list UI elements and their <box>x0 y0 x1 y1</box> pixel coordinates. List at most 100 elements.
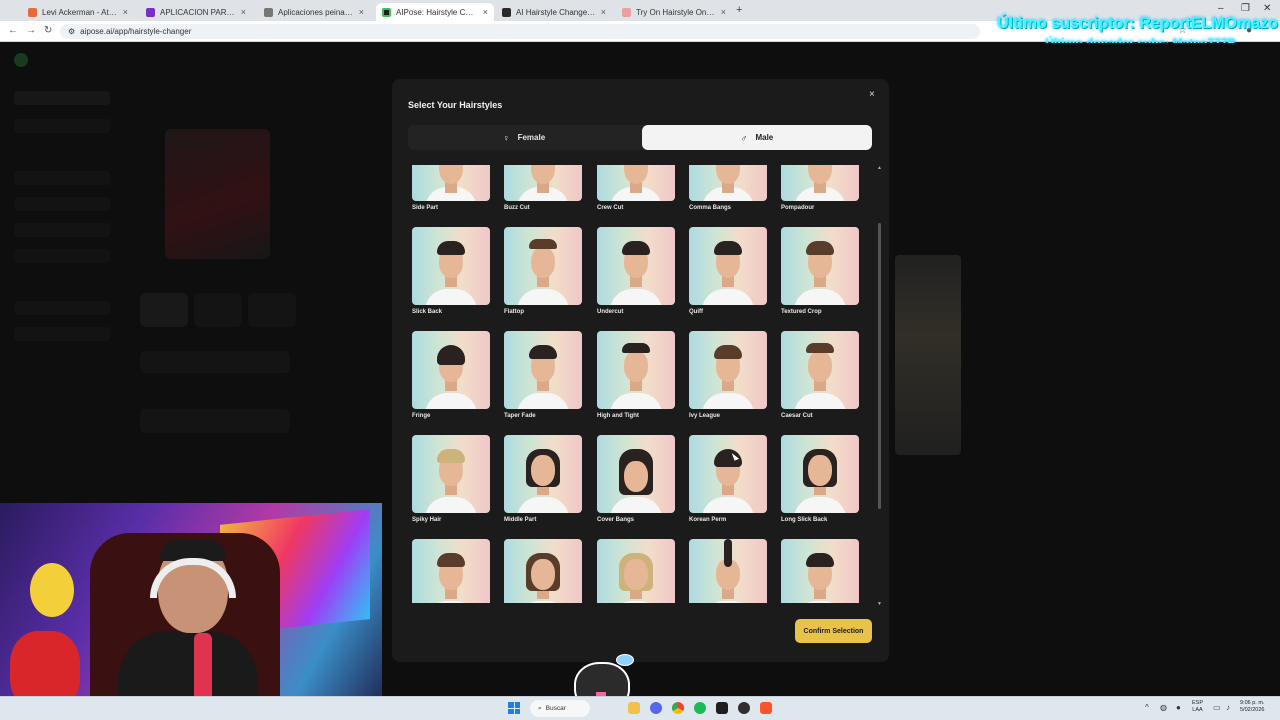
minimize-icon[interactable]: – <box>1218 3 1224 14</box>
hairstyle-thumbnail[interactable] <box>597 331 675 409</box>
hairstyle-option[interactable]: Buzz Cut <box>504 165 582 211</box>
browser-tab[interactable]: AI Hairstyle Changer: Test Hairs × <box>496 3 612 21</box>
tab-favicon-icon <box>502 7 511 17</box>
chrome-icon[interactable] <box>672 702 684 714</box>
volume-icon[interactable]: ♪ <box>1226 703 1230 712</box>
windows-start-icon[interactable] <box>508 702 520 714</box>
wifi-icon[interactable]: ▭ <box>1213 703 1221 712</box>
hairstyle-option[interactable]: Textured Crop <box>781 227 859 315</box>
hairstyle-label: High and Tight <box>597 413 639 419</box>
back-arrow-icon[interactable]: ← <box>8 25 18 36</box>
maximize-icon[interactable]: ❐ <box>1241 3 1250 14</box>
tab-close-icon[interactable]: × <box>483 7 488 17</box>
hairstyle-option[interactable] <box>504 539 582 603</box>
hairstyle-option[interactable]: Pompadour <box>781 165 859 211</box>
hairstyle-thumbnail[interactable] <box>781 165 859 201</box>
scroll-up-icon[interactable]: ▲ <box>877 165 882 171</box>
grid-scrollbar[interactable]: ▲ ▼ <box>877 165 882 607</box>
hairstyle-option[interactable] <box>689 539 767 603</box>
tab-female[interactable]: ♀ Female <box>408 125 640 150</box>
hairstyle-thumbnail[interactable] <box>412 165 490 201</box>
hairstyle-option[interactable]: Spiky Hair <box>412 435 490 523</box>
hairstyle-thumbnail[interactable] <box>689 227 767 305</box>
hairstyle-option[interactable]: Quiff <box>689 227 767 315</box>
taskbar-search[interactable]: ⌕ Buscar <box>530 700 590 717</box>
hairstyle-thumbnail[interactable] <box>689 331 767 409</box>
tab-close-icon[interactable]: × <box>241 7 246 17</box>
hairstyle-label: Quiff <box>689 309 703 315</box>
hairstyle-thumbnail[interactable] <box>504 539 582 603</box>
hairstyle-option[interactable]: Cover Bangs <box>597 435 675 523</box>
hairstyle-option[interactable]: Flattop <box>504 227 582 315</box>
reload-icon[interactable]: ↻ <box>44 25 52 36</box>
hairstyle-thumbnail[interactable] <box>504 227 582 305</box>
discord-icon[interactable] <box>650 702 662 714</box>
file-explorer-icon[interactable] <box>628 702 640 714</box>
terminal-icon[interactable] <box>716 702 728 714</box>
browser-tab[interactable]: Try On Hairstyle Online Free | A × <box>616 3 732 21</box>
hairstyle-thumbnail[interactable] <box>597 165 675 201</box>
hairstyle-option[interactable]: Undercut <box>597 227 675 315</box>
hairstyle-thumbnail[interactable] <box>412 331 490 409</box>
hairstyle-thumbnail[interactable] <box>412 227 490 305</box>
browser-tab[interactable]: Levi Ackerman - Attack on Tita × <box>22 3 134 21</box>
network-icon[interactable]: ◍ <box>1160 703 1167 712</box>
forward-arrow-icon[interactable]: → <box>26 25 36 36</box>
new-tab-icon[interactable]: + <box>736 4 742 16</box>
hairstyle-thumbnail[interactable] <box>781 539 859 603</box>
hairstyle-thumbnail[interactable] <box>689 539 767 603</box>
hairstyle-option[interactable]: Fringe <box>412 331 490 419</box>
spotify-icon[interactable] <box>694 702 706 714</box>
hairstyle-option[interactable]: Side Part <box>412 165 490 211</box>
tray-chevron-icon[interactable]: ^ <box>1145 703 1149 712</box>
hairstyle-thumbnail[interactable] <box>781 227 859 305</box>
hairstyle-option[interactable]: Comma Bangs <box>689 165 767 211</box>
site-info-icon[interactable]: ⚙ <box>68 27 75 36</box>
close-icon[interactable]: × <box>869 89 875 100</box>
hairstyle-thumbnail[interactable] <box>781 435 859 513</box>
mic-icon[interactable]: ● <box>1176 703 1181 712</box>
obs-icon[interactable] <box>738 702 750 714</box>
hairstyle-option[interactable] <box>597 539 675 603</box>
hairstyle-thumbnail[interactable] <box>412 539 490 603</box>
hairstyle-option[interactable]: Crew Cut <box>597 165 675 211</box>
tab-close-icon[interactable]: × <box>359 7 364 17</box>
hairstyle-thumbnail[interactable] <box>597 227 675 305</box>
tab-male[interactable]: ♂ Male <box>642 125 872 150</box>
scroll-down-icon[interactable]: ▼ <box>877 601 882 607</box>
taskbar-clock[interactable]: 9:06 p. m. 5/02/2026 <box>1240 700 1264 714</box>
hairstyle-option[interactable]: Slick Back <box>412 227 490 315</box>
hairstyle-thumbnail[interactable] <box>597 435 675 513</box>
hairstyle-thumbnail[interactable] <box>504 331 582 409</box>
hairstyle-option[interactable]: Long Slick Back <box>781 435 859 523</box>
address-bar[interactable]: ⚙ aipose.ai/app/hairstyle-changer <box>60 24 980 39</box>
language-layout: LAA <box>1192 707 1203 713</box>
browser-tab[interactable]: APLICACION PARA PONERME × <box>140 3 252 21</box>
hairstyle-thumbnail[interactable] <box>689 435 767 513</box>
tab-close-icon[interactable]: × <box>123 7 128 17</box>
hairstyle-option[interactable]: Caesar Cut <box>781 331 859 419</box>
hairstyle-option[interactable]: High and Tight <box>597 331 675 419</box>
hairstyle-option[interactable]: Middle Part <box>504 435 582 523</box>
hairstyle-thumbnail[interactable] <box>781 331 859 409</box>
hairstyle-thumbnail[interactable] <box>689 165 767 201</box>
confirm-selection-button[interactable]: Confirm Selection <box>795 619 872 643</box>
scrollbar-thumb[interactable] <box>878 223 881 509</box>
browser-tab[interactable]: Aplicaciones peinados online × <box>258 3 370 21</box>
browser-tab-active[interactable]: AIPose: Hairstyle Changer - Try × <box>376 3 494 21</box>
tab-close-icon[interactable]: × <box>721 7 726 17</box>
tab-close-icon[interactable]: × <box>601 7 606 17</box>
hairstyle-option[interactable]: Korean Perm <box>689 435 767 523</box>
hairstyle-option[interactable] <box>781 539 859 603</box>
hairstyle-label: Slick Back <box>412 309 443 315</box>
hairstyle-thumbnail[interactable] <box>412 435 490 513</box>
brave-icon[interactable] <box>760 702 772 714</box>
hairstyle-option[interactable] <box>412 539 490 603</box>
hairstyle-option[interactable]: Ivy League <box>689 331 767 419</box>
window-close-icon[interactable]: ✕ <box>1263 3 1271 14</box>
language-indicator[interactable]: ESP LAA <box>1192 700 1203 714</box>
hairstyle-option[interactable]: Taper Fade <box>504 331 582 419</box>
hairstyle-thumbnail[interactable] <box>504 165 582 201</box>
hairstyle-thumbnail[interactable] <box>597 539 675 603</box>
hairstyle-thumbnail[interactable] <box>504 435 582 513</box>
